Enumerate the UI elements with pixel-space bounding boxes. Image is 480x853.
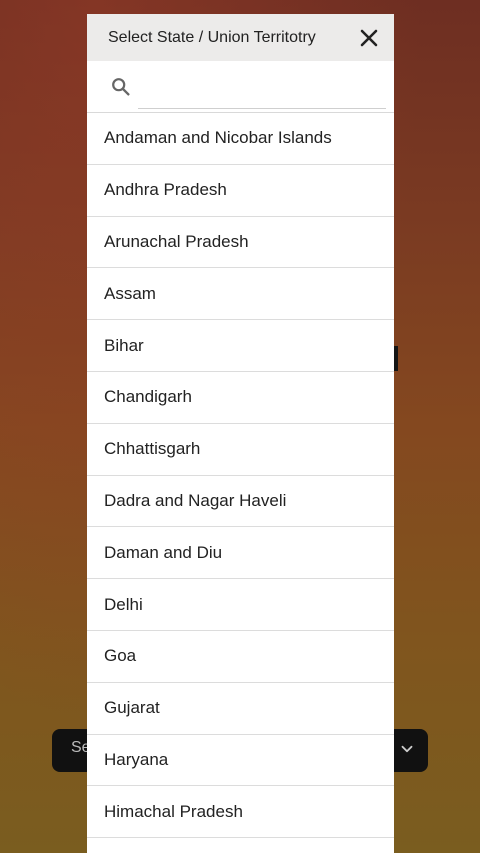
state-item[interactable]: Chhattisgarh (87, 424, 394, 476)
chevron-down-icon (401, 745, 413, 753)
state-item[interactable]: Arunachal Pradesh (87, 217, 394, 269)
search-icon (112, 78, 130, 96)
state-item[interactable]: Chandigarh (87, 372, 394, 424)
state-item[interactable]: Goa (87, 631, 394, 683)
state-item[interactable]: Delhi (87, 579, 394, 631)
state-item[interactable]: Haryana (87, 735, 394, 787)
state-list: Andaman and Nicobar Islands Andhra Prade… (87, 113, 394, 839)
modal-header: Select State / Union Territotry (87, 14, 394, 61)
search-input[interactable] (138, 71, 386, 109)
modal-title: Select State / Union Territotry (108, 28, 316, 46)
state-item[interactable]: Himachal Pradesh (87, 786, 394, 839)
close-button[interactable] (358, 27, 380, 49)
state-item[interactable]: Gujarat (87, 683, 394, 735)
state-item[interactable]: Dadra and Nagar Haveli (87, 476, 394, 528)
state-item[interactable]: Bihar (87, 320, 394, 372)
state-item[interactable]: Daman and Diu (87, 527, 394, 580)
state-item[interactable]: Andhra Pradesh (87, 165, 394, 217)
close-icon (360, 29, 378, 46)
search-row (87, 61, 394, 113)
state-item[interactable]: Andaman and Nicobar Islands (87, 113, 394, 165)
state-item[interactable]: Assam (87, 268, 394, 321)
state-picker-modal: Select State / Union Territotry Andaman … (87, 14, 394, 853)
